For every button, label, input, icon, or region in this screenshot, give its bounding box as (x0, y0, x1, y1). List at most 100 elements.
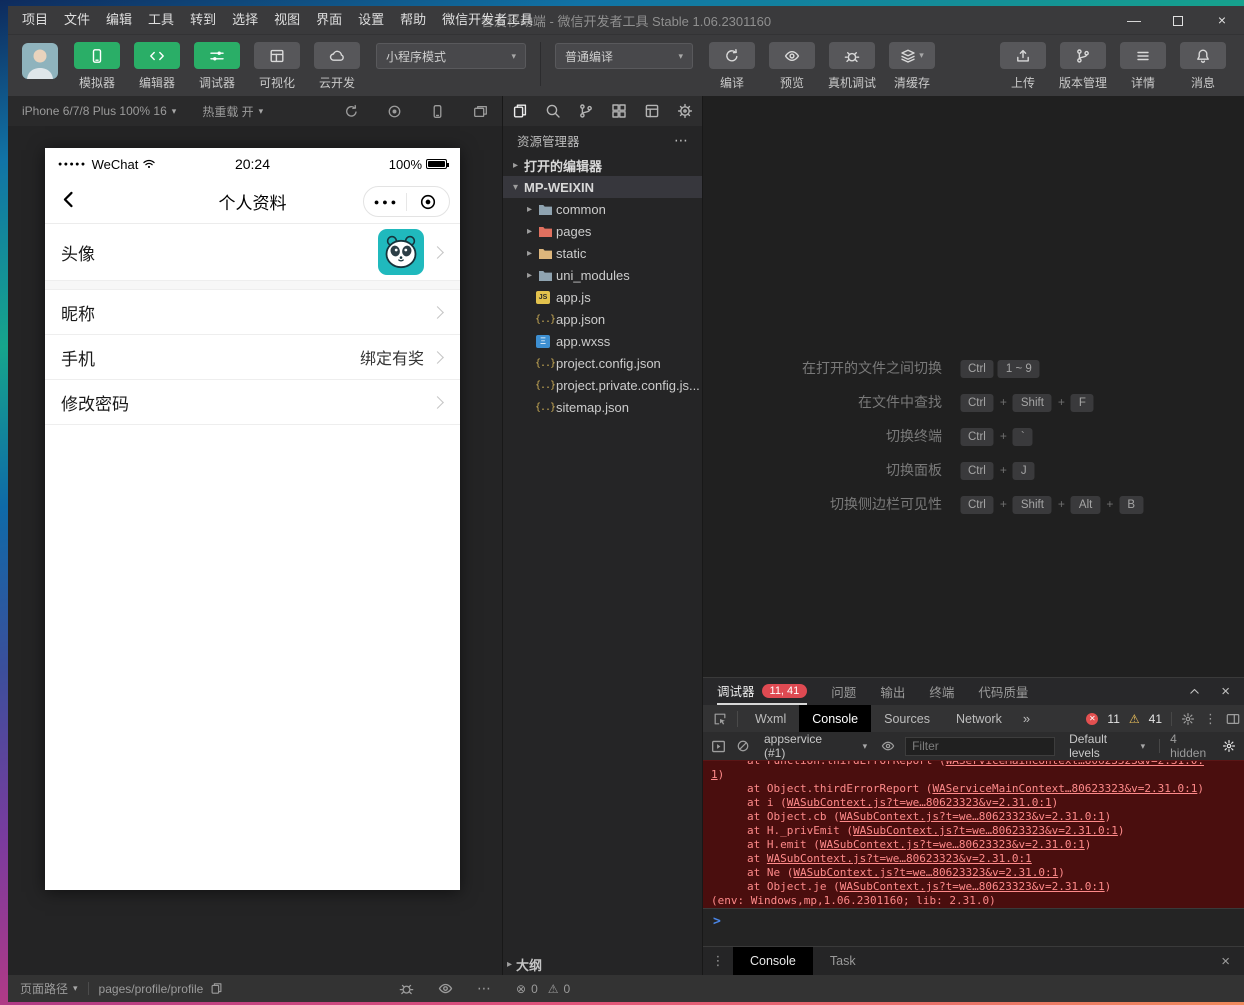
clear-console-icon[interactable] (736, 739, 750, 753)
close-drawer-icon[interactable]: × (1221, 953, 1244, 970)
messages-button[interactable]: 消息 (1178, 42, 1228, 91)
inspect-element-icon[interactable] (703, 712, 737, 726)
menu-item-2[interactable]: 编辑 (98, 6, 140, 34)
tree-item-uni_modules[interactable]: ▸uni_modules (503, 264, 702, 286)
console-settings-icon[interactable] (1222, 739, 1236, 753)
settings-gear-icon[interactable] (1181, 712, 1195, 726)
profile-row-1[interactable]: 昵称 (45, 290, 460, 335)
preview-eye-icon[interactable] (438, 981, 453, 996)
expand-panel-icon[interactable] (1188, 685, 1201, 698)
preview-button[interactable]: 预览 (767, 42, 817, 91)
vconsole-bug-icon[interactable] (399, 981, 414, 996)
remote-debug-button[interactable]: 真机调试 (827, 42, 877, 91)
stack-link[interactable]: WAServiceMainContext…80623323&v=2.31.0:1 (932, 782, 1197, 795)
mode-select[interactable]: 小程序模式 ▾ (376, 43, 526, 69)
dock-side-icon[interactable] (1226, 712, 1240, 726)
record-icon[interactable] (387, 104, 402, 119)
debugger-tab-输出[interactable]: 输出 (880, 678, 905, 705)
debugger-tab-终端[interactable]: 终端 (929, 678, 954, 705)
package-activity-button[interactable] (635, 103, 668, 119)
close-button[interactable]: × (1200, 6, 1244, 34)
stack-link[interactable]: WASubContext.js?t=we…80623323&v=2.31.0:1 (840, 810, 1105, 823)
stack-link[interactable]: 1 (711, 768, 718, 781)
path-mode-select[interactable]: 页面路径 ▾ (20, 980, 78, 997)
statusbar-problems[interactable]: ⊗ 0 ⚠ 0 (503, 982, 703, 996)
live-expression-icon[interactable] (881, 739, 895, 753)
stack-link[interactable]: WAServiceMainContext…80623323&v=2.31.0: (946, 760, 1204, 767)
menu-item-7[interactable]: 界面 (308, 6, 350, 34)
tree-item-project.private.config.js...[interactable]: {..}project.private.config.js... (503, 374, 702, 396)
menu-item-6[interactable]: 视图 (266, 6, 308, 34)
stack-link[interactable]: WASubContext.js?t=we…80623323&v=2.31.0:1 (853, 824, 1118, 837)
minimize-button[interactable]: — (1112, 6, 1156, 34)
menu-item-0[interactable]: 项目 (14, 6, 56, 34)
console-sidebar-icon[interactable] (711, 739, 726, 754)
stack-link[interactable]: WASubContext.js?t=we…80623323&v=2.31.0:1 (840, 880, 1105, 893)
devtools-tab-Sources[interactable]: Sources (871, 705, 943, 732)
drawer-tab-Console[interactable]: Console (733, 947, 813, 975)
more-actions-icon[interactable]: ⋯ (674, 132, 688, 149)
kebab-menu-icon[interactable]: ⋮ (703, 953, 733, 969)
menu-item-10[interactable]: 微信开发者工具 (434, 6, 541, 34)
profile-row-2[interactable]: 手机绑定有奖 (45, 335, 460, 380)
editor-button[interactable]: 编辑器 (132, 42, 182, 91)
user-avatar[interactable] (22, 43, 58, 79)
devtools-tab-Console[interactable]: Console (799, 705, 871, 732)
debugger-tab-调试器[interactable]: 调试器11, 41 (717, 678, 807, 705)
stack-link[interactable]: WASubContext.js?t=we…80623323&v=2.31.0:1 (787, 796, 1052, 809)
tree-item-app.wxss[interactable]: Ξapp.wxss (503, 330, 702, 352)
console-filter-input[interactable] (905, 737, 1055, 756)
devtools-tab-Network[interactable]: Network (943, 705, 1015, 732)
details-button[interactable]: 详情 (1118, 42, 1168, 91)
copy-path-icon[interactable] (210, 982, 223, 995)
simulator-button[interactable]: 模拟器 (72, 42, 122, 91)
hot-reload-toggle[interactable]: 热重载 开 ▾ (202, 103, 263, 120)
stack-link[interactable]: WASubContext.js?t=we…80623323&v=2.31.0:1 (820, 838, 1085, 851)
tree-item-打开的编辑器[interactable]: ▸打开的编辑器 (503, 154, 702, 176)
menu-item-5[interactable]: 选择 (224, 6, 266, 34)
menu-item-4[interactable]: 转到 (182, 6, 224, 34)
restart-icon[interactable] (344, 104, 359, 119)
profile-row-3[interactable]: 修改密码 (45, 380, 460, 425)
tree-item-common[interactable]: ▸common (503, 198, 702, 220)
clear-cache-button[interactable]: ▾清缓存 (887, 42, 937, 91)
kebab-menu-icon[interactable]: ⋮ (1204, 711, 1217, 727)
compile-button[interactable]: 编译 (707, 42, 757, 91)
search-activity-button[interactable] (536, 103, 569, 119)
tree-item-MP-WEIXIN[interactable]: ▾MP-WEIXIN (503, 176, 702, 198)
cloud-dev-button[interactable]: 云开发 (312, 42, 362, 91)
multi-window-icon[interactable] (473, 104, 488, 119)
more-options-icon[interactable]: ⋯ (477, 980, 491, 997)
helm-activity-button[interactable] (668, 103, 701, 119)
device-select[interactable]: iPhone 6/7/8 Plus 100% 16 ▾ (22, 104, 176, 118)
outline-section[interactable]: ▸ 大纲 (503, 953, 702, 975)
tree-item-pages[interactable]: ▸pages (503, 220, 702, 242)
tree-item-app.json[interactable]: {..}app.json (503, 308, 702, 330)
tree-item-app.js[interactable]: JSapp.js (503, 286, 702, 308)
menu-item-3[interactable]: 工具 (140, 6, 182, 34)
files-activity-button[interactable] (503, 103, 536, 119)
version-control-button[interactable]: 版本管理 (1058, 42, 1108, 91)
debugger-tab-问题[interactable]: 问题 (831, 678, 856, 705)
console-prompt[interactable]: > (703, 908, 1244, 946)
stack-link[interactable]: WASubContext.js?t=we…80623323&v=2.31.0:1 (767, 852, 1032, 865)
menu-item-8[interactable]: 设置 (350, 6, 392, 34)
devtools-tab-Wxml[interactable]: Wxml (742, 705, 799, 732)
log-levels-select[interactable]: Default levels ▾ (1065, 732, 1149, 760)
stack-link[interactable]: WASubContext.js?t=we…80623323&v=2.31.0:1 (793, 866, 1058, 879)
more-options-icon[interactable]: ●●● (364, 197, 406, 207)
blocks-activity-button[interactable] (602, 103, 635, 119)
tree-item-static[interactable]: ▸static (503, 242, 702, 264)
minimize-target-icon[interactable] (407, 193, 449, 211)
debugger-tab-代码质量[interactable]: 代码质量 (978, 678, 1028, 705)
close-panel-icon[interactable]: × (1221, 683, 1230, 700)
more-tabs-icon[interactable]: » (1015, 711, 1038, 726)
tree-item-project.config.json[interactable]: {..}project.config.json (503, 352, 702, 374)
profile-row-0[interactable]: 头像 (45, 224, 460, 281)
maximize-button[interactable] (1156, 6, 1200, 34)
drawer-tab-Task[interactable]: Task (813, 947, 873, 975)
visualize-button[interactable]: 可视化 (252, 42, 302, 91)
debugger-button[interactable]: 调试器 (192, 42, 242, 91)
menu-item-1[interactable]: 文件 (56, 6, 98, 34)
tree-item-sitemap.json[interactable]: {..}sitemap.json (503, 396, 702, 418)
